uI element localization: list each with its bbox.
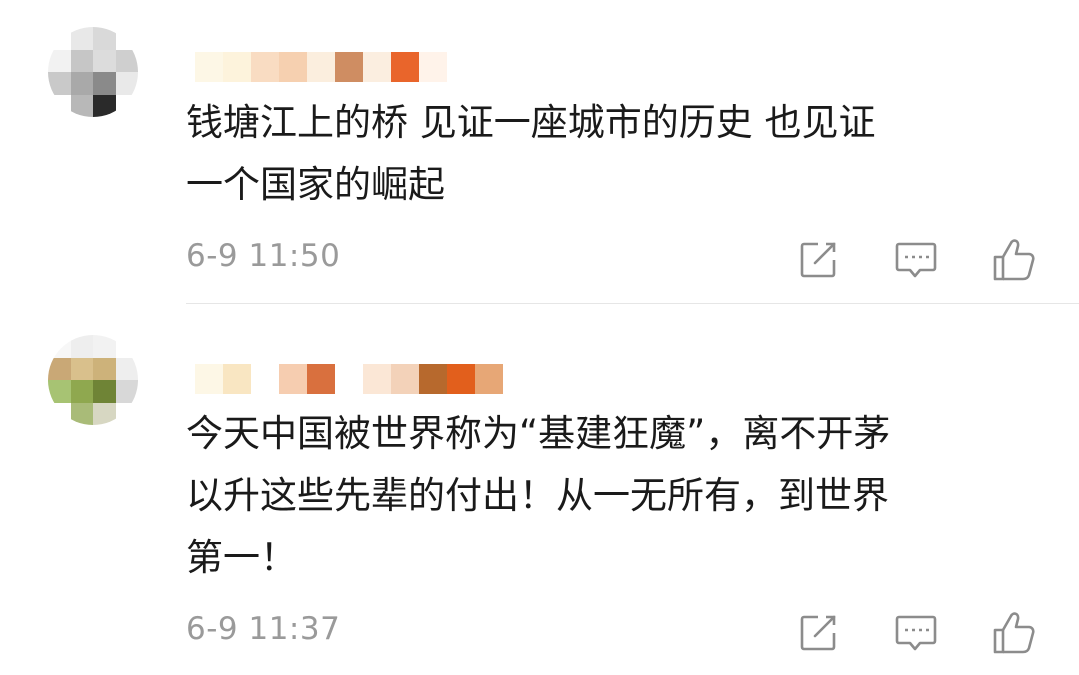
share-button[interactable] <box>790 232 846 288</box>
username-mosaic-cell <box>475 364 503 394</box>
username-mosaic-cell <box>391 364 419 394</box>
username-mosaic-cell <box>391 52 419 82</box>
comment-text: 钱塘江上的桥 见证一座城市的历史 也见证 一个国家的崛起 <box>186 101 876 206</box>
comment-actions <box>790 232 1050 288</box>
avatar-mosaic-cell <box>48 72 71 95</box>
username-mosaic-cell <box>363 364 391 394</box>
avatar-mosaic-cell <box>93 27 116 50</box>
avatar-mosaic-cell <box>48 335 71 358</box>
thumbs-up-icon <box>993 239 1035 281</box>
avatar-mosaic-cell <box>93 357 116 380</box>
avatar-mosaic-cell <box>93 72 116 95</box>
avatar-mosaic-cell <box>70 94 93 117</box>
avatar-mosaic-cell <box>93 49 116 72</box>
avatar-mosaic-cell <box>93 94 116 117</box>
username-mosaic-cell <box>223 52 251 82</box>
avatar-mosaic-cell <box>115 27 138 50</box>
like-button[interactable] <box>986 605 1042 661</box>
username-mosaic-cell <box>279 52 307 82</box>
avatar-mosaic-cell <box>115 357 138 380</box>
username-mosaic-cell <box>335 52 363 82</box>
username-mosaic-cell <box>251 52 279 82</box>
username-mosaic-cell <box>223 364 251 394</box>
avatar-mosaic-cell <box>70 380 93 403</box>
reply-button[interactable] <box>888 232 944 288</box>
avatar[interactable] <box>48 335 138 425</box>
avatar[interactable] <box>48 27 138 117</box>
avatar-mosaic-cell <box>93 402 116 425</box>
comment-timestamp: 6-9 11:50 <box>186 238 341 274</box>
comment-icon <box>895 615 937 651</box>
avatar-mosaic-cell <box>48 402 71 425</box>
username-mosaic-cell <box>307 52 335 82</box>
share-edit-icon <box>800 242 836 278</box>
avatar-mosaic-cell <box>48 357 71 380</box>
divider <box>186 303 1079 304</box>
avatar-mosaic-cell <box>48 380 71 403</box>
username-blurred[interactable] <box>195 364 503 394</box>
share-edit-icon <box>800 615 836 651</box>
avatar-mosaic-cell <box>70 402 93 425</box>
avatar-mosaic-cell <box>70 72 93 95</box>
comment-timestamp: 6-9 11:37 <box>186 611 341 647</box>
share-button[interactable] <box>790 605 846 661</box>
avatar-mosaic-cell <box>115 402 138 425</box>
avatar-mosaic-cell <box>93 335 116 358</box>
avatar-mosaic-cell <box>48 94 71 117</box>
like-button[interactable] <box>986 232 1042 288</box>
username-mosaic-cell <box>419 52 447 82</box>
reply-button[interactable] <box>888 605 944 661</box>
avatar-mosaic-cell <box>70 335 93 358</box>
avatar-mosaic-cell <box>93 380 116 403</box>
avatar-mosaic-cell <box>48 27 71 50</box>
thumbs-up-icon <box>993 612 1035 654</box>
username-mosaic-cell <box>307 364 335 394</box>
comment-actions <box>790 605 1050 661</box>
username-mosaic-cell <box>195 52 223 82</box>
avatar-mosaic-cell <box>70 49 93 72</box>
comment-text: 今天中国被世界称为“基建狂魔”，离不开茅 以升这些先辈的付出！从一无所有，到世界… <box>186 412 891 579</box>
avatar-mosaic-cell <box>70 357 93 380</box>
username-mosaic-cell <box>279 364 307 394</box>
avatar-mosaic-cell <box>115 72 138 95</box>
comment-item: 今天中国被世界称为“基建狂魔”，离不开茅 以升这些先辈的付出！从一无所有，到世界… <box>0 305 1079 675</box>
avatar-mosaic-cell <box>48 49 71 72</box>
avatar-mosaic-cell <box>115 49 138 72</box>
avatar-mosaic-cell <box>115 380 138 403</box>
username-mosaic-cell <box>195 364 223 394</box>
avatar-mosaic-cell <box>115 335 138 358</box>
username-mosaic-cell <box>363 52 391 82</box>
username-blurred[interactable] <box>195 52 447 82</box>
avatar-mosaic-cell <box>70 27 93 50</box>
comment-item: 钱塘江上的桥 见证一座城市的历史 也见证 一个国家的崛起 6-9 11:50 <box>0 0 1079 305</box>
username-mosaic-cell <box>251 364 279 394</box>
avatar-mosaic-cell <box>115 94 138 117</box>
username-mosaic-cell <box>447 364 475 394</box>
comment-icon <box>895 242 937 278</box>
username-mosaic-cell <box>419 364 447 394</box>
username-mosaic-cell <box>335 364 363 394</box>
